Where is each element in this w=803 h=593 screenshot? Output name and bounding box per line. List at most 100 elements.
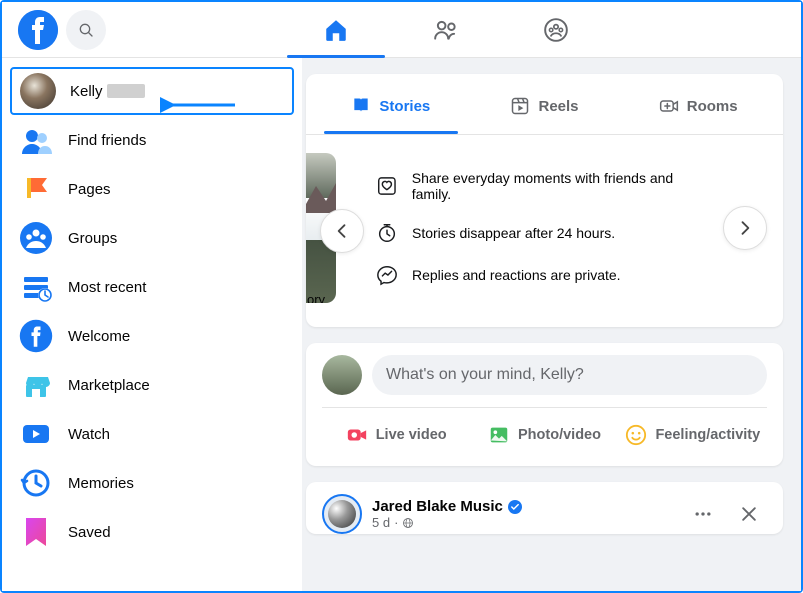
sidebar-item-label: Pages [68, 181, 111, 198]
stories-tabs: Stories Reels Rooms [306, 74, 783, 135]
action-label: Feeling/activity [655, 427, 760, 443]
globe-icon [402, 517, 414, 529]
chevron-left-icon [332, 221, 352, 241]
stories-icon [351, 96, 371, 116]
composer-top: What's on your mind, Kelly? [322, 355, 767, 408]
post-close-button[interactable] [731, 496, 767, 532]
clock-icon [376, 222, 398, 244]
sidebar-item-label: Memories [68, 475, 134, 492]
stories-body: ory Share everyday moments with friends … [306, 135, 783, 327]
watch-icon [18, 416, 54, 452]
redacted-text [107, 84, 145, 98]
stories-bullet: Stories disappear after 24 hours. [376, 222, 713, 244]
post-author[interactable]: Jared Blake Music [372, 498, 503, 515]
photo-video-button[interactable]: Photo/video [470, 416, 618, 454]
groups-icon [18, 220, 54, 256]
tab-label: Rooms [687, 98, 738, 115]
search-icon [78, 22, 94, 38]
action-label: Photo/video [518, 427, 601, 443]
pages-icon [18, 171, 54, 207]
action-label: Live video [376, 427, 447, 443]
sidebar-profile[interactable]: Kelly [10, 67, 294, 115]
stories-bullet: Share everyday moments with friends and … [376, 170, 713, 202]
stories-prev-button[interactable] [320, 209, 364, 253]
tab-stories[interactable]: Stories [314, 78, 468, 134]
avatar[interactable] [322, 355, 362, 395]
sidebar-item-memories[interactable]: Memories [10, 459, 294, 507]
nav-center [106, 2, 785, 58]
post-avatar[interactable] [322, 494, 362, 534]
tab-label: Stories [379, 98, 430, 115]
find-friends-icon [18, 122, 54, 158]
post-header: Jared Blake Music 5 d · [306, 482, 783, 534]
composer-input[interactable]: What's on your mind, Kelly? [372, 355, 767, 395]
memories-icon [18, 465, 54, 501]
marketplace-icon [18, 367, 54, 403]
feed-post: Jared Blake Music 5 d · [306, 482, 783, 534]
welcome-icon [18, 318, 54, 354]
content-area: Kelly Find friends Pages Groups Most rec… [2, 58, 801, 591]
dots-icon [693, 504, 713, 524]
sidebar-item-marketplace[interactable]: Marketplace [10, 361, 294, 409]
tab-rooms[interactable]: Rooms [621, 78, 775, 134]
post-menu-button[interactable] [685, 496, 721, 532]
verified-badge-icon [508, 500, 522, 514]
stories-bullet: Replies and reactions are private. [376, 264, 713, 286]
search-button[interactable] [66, 10, 106, 50]
live-video-icon [346, 424, 368, 446]
composer-actions: Live video Photo/video Feeling/activity [322, 408, 767, 454]
nav-groups[interactable] [501, 2, 611, 58]
story-caption: ory [306, 292, 336, 303]
sidebar-item-saved[interactable]: Saved [10, 508, 294, 556]
photo-icon [488, 424, 510, 446]
tab-label: Reels [538, 98, 578, 115]
friends-icon [433, 17, 459, 43]
feeling-icon [625, 424, 647, 446]
post-time: 5 d [372, 515, 390, 530]
nav-friends[interactable] [391, 2, 501, 58]
left-sidebar: Kelly Find friends Pages Groups Most rec… [2, 58, 302, 591]
sidebar-item-label: Groups [68, 230, 117, 247]
reels-icon [510, 96, 530, 116]
separator: · [394, 515, 398, 530]
bullet-text: Stories disappear after 24 hours. [412, 225, 615, 241]
sidebar-item-welcome[interactable]: Welcome [10, 312, 294, 360]
groups-nav-icon [543, 17, 569, 43]
top-header [2, 2, 801, 58]
messenger-icon [376, 264, 398, 286]
stories-card: Stories Reels Rooms ory [306, 74, 783, 327]
sidebar-item-label: Welcome [68, 328, 130, 345]
live-video-button[interactable]: Live video [322, 416, 470, 454]
sidebar-item-label: Marketplace [68, 377, 150, 394]
bullet-text: Replies and reactions are private. [412, 267, 621, 283]
sidebar-item-label: Most recent [68, 279, 146, 296]
rooms-icon [659, 96, 679, 116]
sidebar-item-most-recent[interactable]: Most recent [10, 263, 294, 311]
sidebar-item-pages[interactable]: Pages [10, 165, 294, 213]
feeling-button[interactable]: Feeling/activity [619, 416, 767, 454]
most-recent-icon [18, 269, 54, 305]
composer-placeholder: What's on your mind, Kelly? [386, 366, 584, 384]
composer-card: What's on your mind, Kelly? Live video P… [306, 343, 783, 466]
facebook-logo[interactable] [18, 10, 58, 50]
main-feed: Stories Reels Rooms ory [302, 58, 801, 591]
close-icon [739, 504, 759, 524]
sidebar-item-label: Find friends [68, 132, 146, 149]
home-icon [323, 17, 349, 43]
chevron-right-icon [735, 218, 755, 238]
saved-icon [18, 514, 54, 550]
stories-next-button[interactable] [723, 206, 767, 250]
sidebar-item-groups[interactable]: Groups [10, 214, 294, 262]
bullet-text: Share everyday moments with friends and … [412, 170, 713, 202]
moments-icon [376, 175, 398, 197]
sidebar-item-watch[interactable]: Watch [10, 410, 294, 458]
nav-home[interactable] [281, 2, 391, 58]
sidebar-item-find-friends[interactable]: Find friends [10, 116, 294, 164]
sidebar-item-label: Saved [68, 524, 111, 541]
avatar [20, 73, 56, 109]
profile-name: Kelly [70, 83, 103, 100]
post-author-block: Jared Blake Music 5 d · [372, 498, 522, 530]
sidebar-item-label: Watch [68, 426, 110, 443]
stories-info: Share everyday moments with friends and … [346, 170, 713, 286]
tab-reels[interactable]: Reels [468, 78, 622, 134]
